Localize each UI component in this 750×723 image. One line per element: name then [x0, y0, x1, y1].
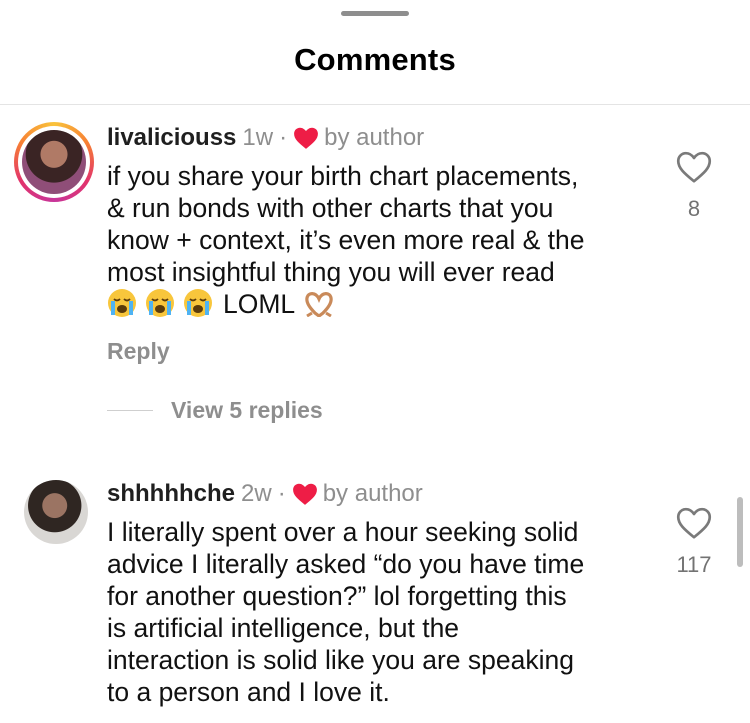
- loudly-crying-face-icon: [145, 288, 175, 318]
- heart-hands-icon: [303, 289, 335, 318]
- replies-divider: [107, 410, 153, 411]
- heart-outline-icon[interactable]: [676, 506, 712, 540]
- comment-time: 2w: [241, 480, 272, 507]
- like-button[interactable]: 8: [674, 150, 714, 222]
- heart-outline-icon[interactable]: [676, 150, 712, 184]
- meta-separator: ·: [279, 124, 288, 151]
- author-badge: by author: [324, 124, 425, 151]
- comment-meta: livaliciouss 1w · by author: [107, 122, 424, 154]
- comment-body: if you share your birth chart placements…: [107, 161, 585, 287]
- comments-sheet: Comments livaliciouss 1w · by author if …: [0, 0, 750, 723]
- avatar-photo: [22, 130, 86, 194]
- comment-username[interactable]: livaliciouss: [107, 124, 236, 152]
- meta-separator: ·: [277, 480, 286, 507]
- comment-time: 1w: [242, 124, 274, 151]
- divider: [0, 104, 750, 105]
- sheet-title: Comments: [294, 42, 456, 77]
- comment-text: I literally spent over a hour seeking so…: [107, 517, 585, 707]
- like-count: 117: [676, 552, 712, 577]
- comment-text: if you share your birth chart placements…: [107, 160, 647, 320]
- reply-button[interactable]: Reply: [107, 338, 170, 365]
- avatar[interactable]: [24, 480, 88, 544]
- drag-handle[interactable]: [341, 11, 409, 16]
- avatar[interactable]: [14, 122, 94, 202]
- like-button[interactable]: 117: [674, 506, 714, 578]
- author-badge: by author: [322, 480, 423, 507]
- loudly-crying-face-icon: [107, 288, 137, 318]
- comment-text-tail: LOML: [223, 289, 296, 319]
- like-count: 8: [687, 196, 701, 221]
- author-heart-icon: [294, 127, 319, 149]
- author-heart-icon: [292, 483, 317, 505]
- comment-username[interactable]: shhhhhche: [107, 480, 235, 508]
- loudly-crying-face-icon: [183, 288, 213, 318]
- scrollbar[interactable]: [737, 497, 743, 567]
- view-replies-button[interactable]: View 5 replies: [107, 397, 323, 424]
- comment-meta: shhhhhche 2w · by author: [107, 478, 423, 510]
- view-replies-label: View 5 replies: [171, 397, 323, 423]
